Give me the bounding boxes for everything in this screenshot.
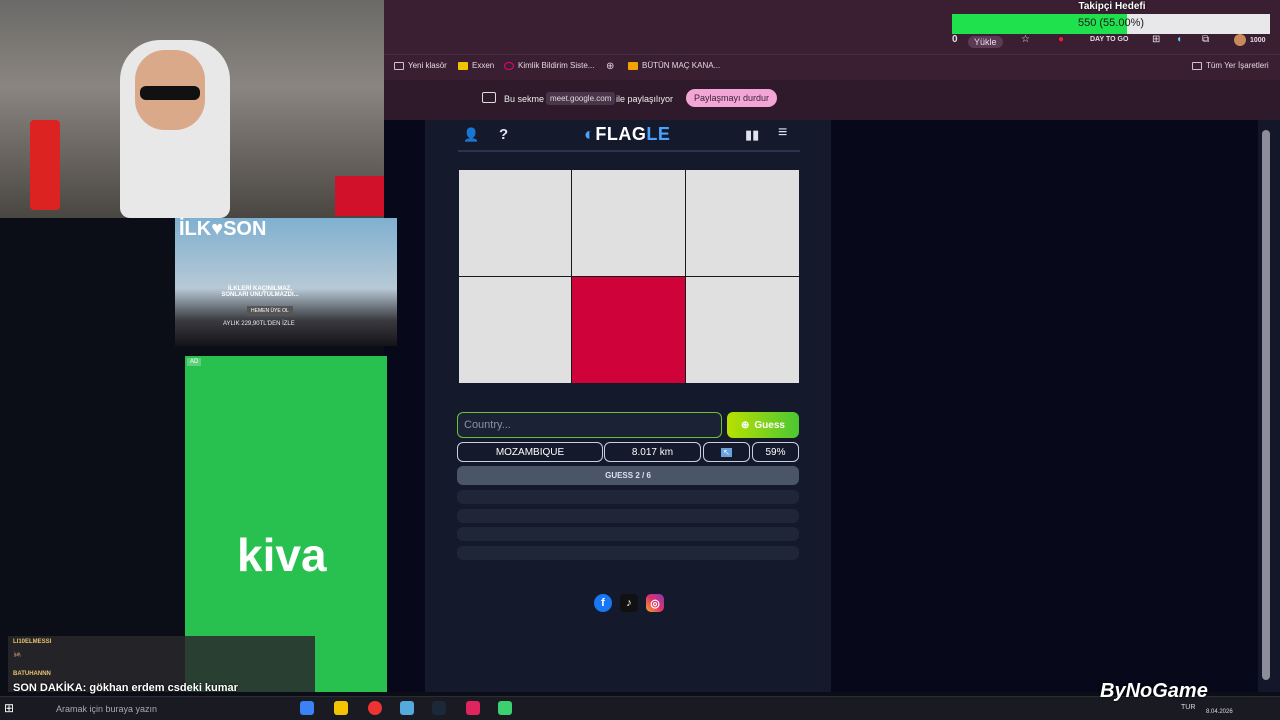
flag-tile-hidden (459, 170, 571, 276)
share-site: meet.google.com (546, 92, 616, 105)
page-scroll-thumb[interactable] (1262, 130, 1270, 680)
app-icon[interactable] (400, 701, 414, 715)
obs-icon[interactable] (466, 701, 480, 715)
header-divider (458, 150, 800, 152)
sound-icon[interactable]: ◖ (1176, 34, 1182, 45)
ad-label: AD (187, 358, 202, 366)
copilot-icon[interactable] (300, 701, 314, 715)
ad-price: AYLIK 229,90TL'DEN İZLE (223, 321, 295, 327)
jp-icon (628, 61, 638, 70)
star-icon[interactable]: ☆ (1021, 34, 1030, 45)
counter-value: 0 (952, 34, 958, 45)
empty-guess-row (457, 509, 799, 523)
kimlik-icon (504, 61, 514, 70)
help-icon[interactable]: ? (499, 126, 508, 143)
guess-button[interactable]: ⊕ Guess (727, 412, 799, 438)
bookmark-butun-mac[interactable]: BÜTÜN MAÇ KANA... (628, 61, 720, 70)
follower-goal-text: 550 (55.00%) (1077, 17, 1145, 29)
windows-start-icon[interactable]: ⊞ (4, 701, 18, 715)
spotify-icon[interactable] (498, 701, 512, 715)
flag-tile-hidden (459, 277, 571, 383)
globe-icon: ⊕ (606, 61, 615, 72)
exxen-icon (458, 61, 468, 70)
day-to-go-extension[interactable]: DAY TO GO (1090, 36, 1128, 43)
upload-button[interactable]: Yükle (968, 36, 1003, 48)
windows-taskbar: ⊞ Aramak için buraya yazın TUR 8.04.2026 (0, 696, 1280, 720)
taskbar-date[interactable]: 8.04.2026 (1206, 709, 1233, 715)
stats-icon[interactable]: ▮▮ (745, 127, 759, 143)
flag-decoration (335, 176, 384, 216)
flag-tile-hidden (686, 277, 799, 383)
screen-share-icon (482, 92, 496, 103)
guess-country: MOZAMBIQUE (457, 442, 603, 462)
chat-user: LI10ELMESSI (13, 639, 52, 645)
flagle-logo: ◐FLAGLE (584, 124, 670, 145)
file-explorer-icon[interactable] (334, 701, 348, 715)
instagram-icon[interactable]: ◎ (646, 594, 664, 612)
user-icon[interactable]: 👤 (463, 127, 479, 143)
microphone (30, 120, 60, 210)
folder-icon (394, 61, 404, 70)
empty-guess-row (457, 546, 799, 560)
puzzle-icon[interactable]: ⧉ (1202, 34, 1209, 45)
flag-tile-revealed (572, 277, 685, 383)
all-bookmarks[interactable]: Tüm Yer İşaretleri (1192, 61, 1269, 70)
arrow-up-left-icon: ↖ (721, 447, 732, 457)
bookmark-kimlik[interactable]: Kimlik Bildirim Siste... (504, 61, 594, 70)
bookmark-exxen[interactable]: Exxen (458, 61, 494, 70)
chat-user: BATUHANNN (13, 671, 51, 677)
globe-icon: ⊕ (741, 419, 750, 431)
logo-accent: LE (646, 124, 671, 144)
guess-distance: 8.017 km (604, 442, 701, 462)
stop-sharing-button[interactable]: Paylaşmayı durdur (686, 89, 778, 107)
all-bookmarks-label: Tüm Yer İşaretleri (1206, 61, 1269, 70)
facebook-icon[interactable]: f (594, 594, 612, 612)
follower-goal-title: Takipçi Hedefi (1078, 1, 1146, 12)
score-badge: 1000 (1250, 37, 1266, 44)
bookmark-yeni-klasor[interactable]: Yeni klasör (394, 61, 447, 70)
chat-emote-icon: 🦗 (13, 651, 22, 658)
empty-guess-row (457, 490, 799, 504)
series-ad[interactable]: İLK♥SON İLKLERİ KAÇINILMAZ, SONLARI UNUT… (175, 218, 397, 346)
extension-red-icon[interactable]: ● (1058, 34, 1064, 45)
ad-cta[interactable]: HEMEN ÜYE OL (247, 306, 293, 316)
country-input[interactable] (457, 412, 722, 438)
taskbar-search[interactable]: Aramak için buraya yazın (56, 704, 157, 714)
bookmark-label: Exxen (472, 61, 495, 70)
webcam-feed (0, 0, 384, 218)
steam-icon[interactable] (432, 701, 446, 715)
taskbar-language[interactable]: TUR (1181, 704, 1195, 711)
bookmark-label: Yeni klasör (408, 61, 447, 70)
flag-grid (459, 170, 799, 383)
bookmarks-bar: Yeni klasör Exxen Kimlik Bildirim Siste.… (384, 54, 1280, 80)
upload-label: Yükle (974, 37, 997, 47)
share-suffix: ile paylaşılıyor (616, 94, 674, 104)
flag-tile-hidden (572, 170, 685, 276)
profile-avatar[interactable] (1234, 34, 1246, 46)
tiktok-icon[interactable]: ♪ (620, 594, 638, 612)
logo-globe-icon: ◐ (584, 124, 596, 144)
bynogame-watermark: ByNoGame (1100, 680, 1208, 702)
extension-icon[interactable]: ⊞ (1152, 34, 1160, 45)
ad-headline: İLK♥SON (179, 218, 267, 240)
bookmark-label: BÜTÜN MAÇ KANA... (642, 61, 721, 70)
guess-direction: ↖ (703, 442, 750, 462)
guess-button-label: Guess (754, 419, 785, 431)
guess-proximity: 59% (752, 442, 799, 462)
share-prefix: Bu sekme (504, 94, 545, 104)
tab-share-bar: Bu sekme meet.google.com ile paylaşılıyo… (384, 80, 1280, 120)
chrome-icon[interactable] (368, 701, 382, 715)
empty-guess-row (457, 527, 799, 541)
globe-bookmark[interactable]: ⊕ (606, 61, 614, 72)
flag-tile-hidden (686, 170, 799, 276)
menu-icon[interactable]: ≡ (778, 124, 787, 142)
logo-main: FLAG (595, 124, 647, 144)
kiva-logo: kiva (237, 529, 327, 581)
sunglasses (140, 86, 200, 100)
guess-counter: GUESS 2 / 6 (457, 466, 799, 485)
ad-tagline: İLKLERİ KAÇINILMAZ, SONLARI UNUTULMAZDI.… (221, 286, 299, 298)
folder-icon (1192, 61, 1202, 70)
bookmark-label: Kimlik Bildirim Siste... (518, 61, 595, 70)
